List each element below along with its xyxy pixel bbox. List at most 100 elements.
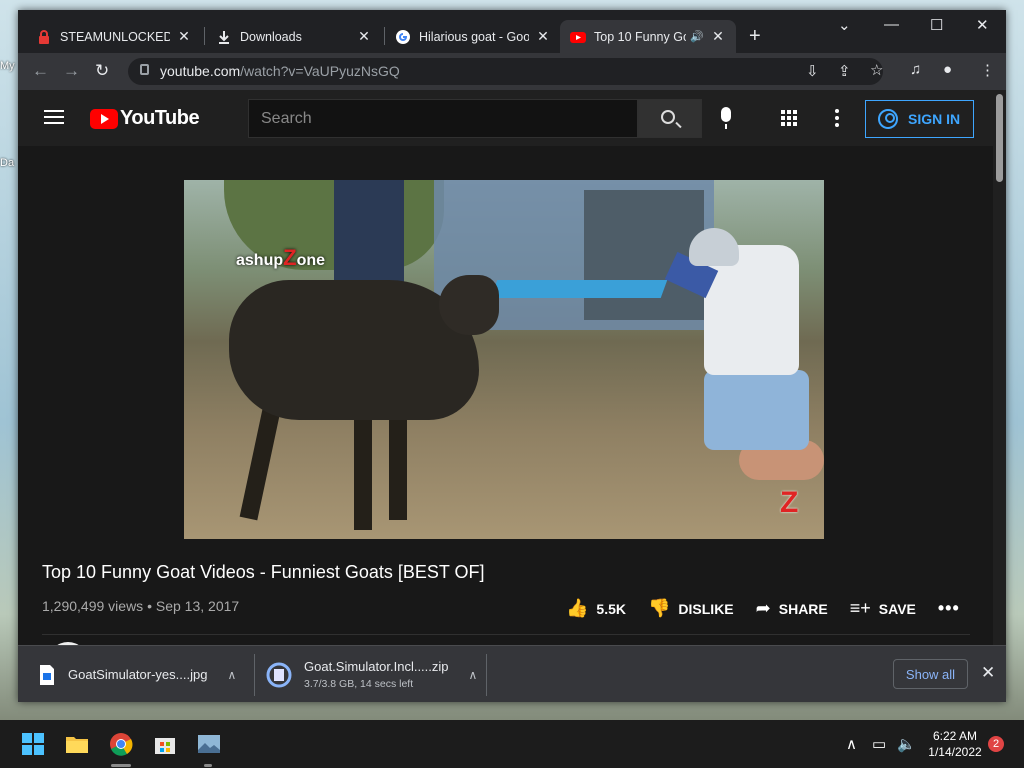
google-icon — [396, 29, 410, 44]
menu-icon[interactable] — [44, 110, 64, 124]
settings-menu-icon[interactable] — [835, 109, 839, 127]
search-input[interactable] — [249, 100, 637, 137]
page-scrollbar[interactable] — [993, 90, 1006, 645]
tab-title: Top 10 Funny Go — [594, 29, 687, 44]
video-title: Top 10 Funny Goat Videos - Funniest Goat… — [42, 562, 485, 582]
file-explorer-icon[interactable] — [65, 732, 89, 756]
url-text[interactable]: youtube.com/watch?v=VaUPyuzNsGQ — [160, 63, 400, 79]
tab-close-icon[interactable]: ✕ — [176, 28, 192, 45]
notification-badge[interactable]: 2 — [988, 736, 1004, 752]
close-shelf-icon[interactable]: ✕ — [981, 663, 995, 683]
scrollbar-thumb[interactable] — [996, 94, 1003, 182]
taskbar: ∧ ▭ 🔈 6:22 AM 1/14/2022 2 — [0, 720, 1024, 768]
tab-close-icon[interactable]: ✕ — [356, 28, 372, 45]
video-actions: 👍 5.5K 👎 DISLIKE ➦ SHARE ≡+ SAVE ••• — [566, 598, 960, 619]
video-player[interactable]: ashupZone Z — [184, 180, 824, 539]
chrome-menu-icon[interactable]: ⋮ — [980, 61, 995, 79]
tab-close-icon[interactable]: ✕ — [535, 28, 551, 45]
chevron-up-icon[interactable]: ∧ — [469, 668, 478, 682]
youtube-logo[interactable]: YouTube — [90, 107, 200, 130]
video-scene-person — [334, 180, 404, 290]
account-icon — [878, 109, 898, 129]
active-app-indicator — [111, 764, 131, 767]
tab-downloads[interactable]: Downloads ✕ — [206, 20, 382, 53]
thumbs-up-icon: 👍 — [566, 598, 589, 618]
download-separator — [486, 654, 487, 696]
search-button[interactable] — [638, 99, 702, 138]
open-app-indicator — [204, 764, 212, 767]
youtube-favicon-icon — [570, 31, 586, 43]
channel-corner-logo: Z — [780, 486, 799, 519]
share-arrow-icon: ➦ — [755, 598, 771, 618]
reload-button[interactable]: ↻ — [95, 61, 109, 81]
download-item-jpg[interactable]: GoatSimulator-yes....jpg ∧ — [38, 646, 236, 703]
volume-icon[interactable]: 🔈 — [897, 735, 916, 753]
network-icon[interactable]: ▭ — [872, 735, 886, 753]
media-control-icon[interactable]: ♫ — [910, 61, 921, 78]
share-icon[interactable]: ⇪ — [838, 62, 851, 80]
download-progress-text: 3.7/3.8 GB, 14 secs left — [304, 678, 414, 690]
tab-title: Downloads — [240, 29, 302, 44]
address-bar[interactable]: youtube.com/watch?v=VaUPyuzNsGQ ⇩ ⇪ ☆ — [128, 58, 883, 85]
tab-youtube-video[interactable]: Top 10 Funny Go 🔊 ✕ — [560, 20, 736, 53]
download-shelf: GoatSimulator-yes....jpg ∧ Goat.Simulato… — [18, 645, 1006, 702]
share-button[interactable]: ➦ SHARE — [756, 598, 828, 619]
youtube-wordmark: YouTube — [120, 107, 200, 129]
desktop-icon-label: My — [0, 60, 15, 72]
tab-separator — [204, 27, 205, 45]
photos-icon[interactable] — [197, 732, 221, 756]
tab-title: STEAMUNLOCKED » F — [60, 29, 170, 44]
download-filename: Goat.Simulator.Incl.....zip — [304, 659, 449, 674]
download-separator — [254, 654, 255, 696]
bookmark-star-icon[interactable]: ☆ — [870, 61, 883, 79]
youtube-page: YouTube SIGN IN — [18, 90, 993, 645]
tab-close-icon[interactable]: ✕ — [710, 28, 726, 45]
windows-start-icon[interactable] — [21, 732, 45, 756]
video-scene-helmet — [689, 228, 739, 266]
apps-grid-icon[interactable] — [781, 110, 797, 126]
search-box[interactable] — [248, 99, 638, 138]
desktop-icon-label: Da — [0, 157, 15, 169]
tab-title: Hilarious goat - Goog — [419, 29, 529, 44]
microphone-icon[interactable] — [721, 107, 731, 129]
youtube-play-icon — [90, 108, 118, 129]
forward-button[interactable]: → — [63, 61, 80, 81]
thumbs-down-icon: 👎 — [648, 598, 671, 618]
back-button[interactable]: ← — [32, 61, 49, 81]
install-app-icon[interactable]: ⇩ — [806, 62, 819, 80]
save-button[interactable]: ≡+ SAVE — [850, 598, 916, 619]
tab-steamunlocked[interactable]: STEAMUNLOCKED » F ✕ — [26, 20, 202, 53]
new-tab-button[interactable]: + — [749, 25, 761, 48]
zip-progress-icon — [266, 662, 292, 687]
search-icon — [661, 110, 675, 124]
download-item-zip[interactable]: Goat.Simulator.Incl.....zip 3.7/3.8 GB, … — [266, 646, 477, 703]
tab-search-chevron-icon[interactable]: ⌄ — [838, 16, 851, 34]
tray-overflow-chevron-icon[interactable]: ∧ — [846, 735, 857, 753]
clock[interactable]: 6:22 AM 1/14/2022 — [922, 728, 988, 760]
tab-google-search[interactable]: Hilarious goat - Goog ✕ — [385, 20, 561, 53]
lock-icon[interactable] — [140, 64, 149, 75]
maximize-button[interactable]: ☐ — [930, 16, 943, 34]
store-icon[interactable] — [153, 732, 177, 756]
more-actions-button[interactable]: ••• — [938, 598, 960, 619]
close-window-button[interactable]: ✕ — [976, 16, 989, 34]
playlist-add-icon: ≡+ — [849, 598, 871, 618]
show-all-button[interactable]: Show all — [893, 659, 968, 689]
browser-window: STEAMUNLOCKED » F ✕ Downloads ✕ Hilariou… — [18, 10, 1006, 702]
divider — [42, 634, 970, 635]
video-scene-trampoline — [490, 280, 668, 298]
chevron-up-icon[interactable]: ∧ — [227, 668, 236, 682]
toolbar: ← → ↻ youtube.com/watch?v=VaUPyuzNsGQ ⇩ … — [18, 53, 1006, 90]
download-filename: GoatSimulator-yes....jpg — [68, 667, 208, 682]
video-scene-goat-head — [439, 275, 499, 335]
chrome-icon[interactable] — [109, 732, 133, 756]
profile-icon[interactable]: ● — [943, 61, 952, 78]
sign-in-button[interactable]: SIGN IN — [865, 100, 974, 138]
dislike-button[interactable]: 👎 DISLIKE — [648, 598, 734, 619]
audio-playing-icon[interactable]: 🔊 — [690, 30, 704, 43]
tab-bar: STEAMUNLOCKED » F ✕ Downloads ✕ Hilariou… — [18, 10, 1006, 53]
video-watermark: ashupZone — [236, 245, 326, 270]
minimize-button[interactable]: — — [884, 16, 899, 33]
image-file-icon — [40, 664, 54, 685]
like-button[interactable]: 👍 5.5K — [566, 598, 626, 619]
